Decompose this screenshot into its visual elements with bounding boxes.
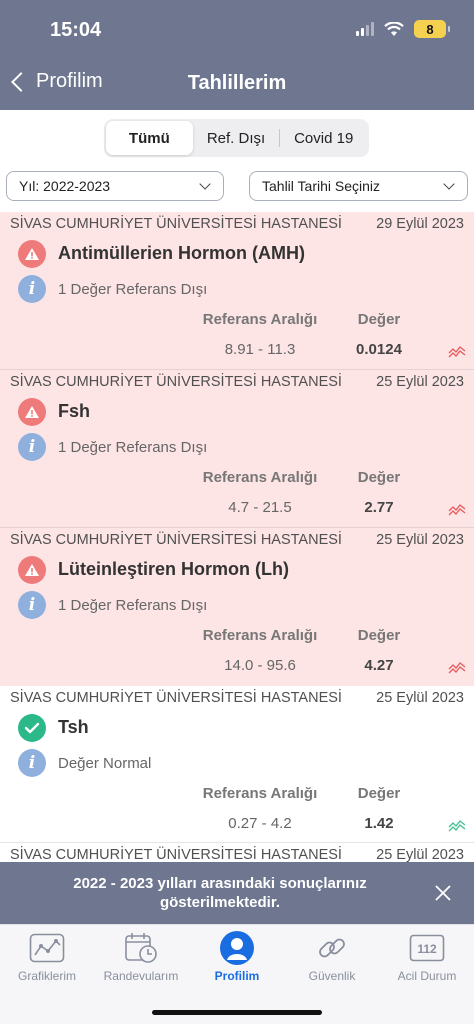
emergency-112-icon: 112 (408, 931, 446, 965)
trend-chart-icon[interactable] (448, 660, 466, 674)
tab-label: Acil Durum (397, 969, 457, 983)
info-icon: i (18, 749, 46, 777)
reference-range: 4.7 - 21.5 (228, 499, 292, 516)
page-title: Tahlillerim (187, 72, 287, 94)
tab-acil-durum[interactable]: 112 Acil Durum (380, 931, 474, 983)
result-value: 0.0124 (356, 341, 402, 358)
info-toast: 2022 - 2023 yılları arasındaki sonuçları… (0, 862, 474, 924)
calendar-clock-icon (122, 931, 160, 965)
result-value: 2.77 (364, 499, 394, 516)
result-card[interactable]: SİVAS CUMHURİYET ÜNİVERSİTESİ HASTANESİ … (0, 528, 474, 686)
tab-label: Grafiklerim (17, 969, 76, 983)
tab-randevularim[interactable]: Randevularım (94, 931, 188, 983)
result-status: 1 Değer Referans Dışı (58, 281, 208, 298)
result-value: 1.42 (364, 815, 394, 832)
toast-message: 2022 - 2023 yılları arasındaki sonuçları… (73, 875, 367, 911)
result-status: 1 Değer Referans Dışı (58, 597, 208, 614)
hospital-name: SİVAS CUMHURİYET ÜNİVERSİTESİ HASTANESİ (10, 532, 342, 548)
result-value: 4.27 (364, 657, 394, 674)
battery-icon: 8 (414, 20, 450, 38)
emergency-number: 112 (417, 942, 437, 956)
test-name: Lüteinleştiren Hormon (Lh) (58, 559, 289, 579)
result-card[interactable]: SİVAS CUMHURİYET ÜNİVERSİTESİ HASTANESİ … (0, 370, 474, 528)
warning-icon (18, 240, 46, 268)
close-icon[interactable] (434, 884, 452, 902)
value-header: Değer (357, 627, 401, 644)
range-header: Referans Aralığı (202, 785, 318, 802)
hospital-name: SİVAS CUMHURİYET ÜNİVERSİTESİ HASTANESİ (10, 690, 342, 706)
test-date-select[interactable]: Tahlil Tarihi Seçiniz (249, 171, 468, 201)
value-header: Değer (357, 311, 401, 328)
reference-range: 14.0 - 95.6 (224, 657, 296, 674)
value-header: Değer (357, 785, 401, 802)
range-header: Referans Aralığı (202, 469, 318, 486)
reference-range: 8.91 - 11.3 (224, 341, 296, 358)
hospital-name: SİVAS CUMHURİYET ÜNİVERSİTESİ HASTANESİ (10, 847, 342, 862)
info-icon: i (18, 275, 46, 303)
test-name: Tsh (58, 717, 89, 737)
result-date: 25 Eylül 2023 (376, 374, 464, 390)
value-header: Değer (357, 469, 401, 486)
warning-icon (18, 556, 46, 584)
test-name: Fsh (58, 401, 91, 421)
chevron-down-icon (443, 178, 455, 190)
test-date-select-value: Tahlil Tarihi Seçiniz (262, 178, 381, 194)
result-status: 1 Değer Referans Dışı (58, 439, 208, 456)
range-header: Referans Aralığı (202, 311, 318, 328)
status-time: 15:04 (50, 19, 102, 41)
trend-chart-icon[interactable] (448, 818, 466, 832)
test-name: Antimüllerien Hormon (AMH) (58, 243, 305, 263)
app-header: 15:04 8 Profilim Tahlillerim (0, 0, 474, 110)
result-card[interactable]: SİVAS CUMHURİYET ÜNİVERSİTESİ HASTANESİ … (0, 843, 474, 862)
segment-all[interactable]: Tümü (106, 121, 193, 155)
link-icon (313, 931, 351, 965)
segment-covid[interactable]: Covid 19 (280, 121, 367, 155)
trend-chart-icon[interactable] (448, 344, 466, 358)
bottom-tab-bar: Grafiklerim Randevularım Profilim Güvenl… (0, 924, 474, 1024)
hospital-name: SİVAS CUMHURİYET ÜNİVERSİTESİ HASTANESİ (10, 374, 342, 390)
info-icon: i (18, 433, 46, 461)
segment-out-of-range[interactable]: Ref. Dışı (193, 121, 280, 155)
check-icon (18, 714, 46, 742)
tab-label: Randevularım (103, 969, 179, 983)
result-date: 25 Eylül 2023 (376, 532, 464, 548)
result-card[interactable]: SİVAS CUMHURİYET ÜNİVERSİTESİ HASTANESİ … (0, 686, 474, 844)
range-header: Referans Aralığı (202, 627, 318, 644)
result-card[interactable]: SİVAS CUMHURİYET ÜNİVERSİTESİ HASTANESİ … (0, 212, 474, 370)
tab-label: Güvenlik (308, 969, 356, 983)
status-icons: 8 (356, 20, 450, 38)
year-select[interactable]: Yıl: 2022-2023 (6, 171, 224, 201)
tab-guvenlik[interactable]: Güvenlik (285, 931, 379, 983)
reference-range: 0.27 - 4.2 (228, 815, 292, 832)
result-date: 25 Eylül 2023 (376, 690, 464, 706)
warning-icon (18, 398, 46, 426)
tab-profilim[interactable]: Profilim (190, 931, 284, 983)
hospital-name: SİVAS CUMHURİYET ÜNİVERSİTESİ HASTANESİ (10, 216, 342, 232)
home-indicator (152, 1010, 322, 1015)
result-filter-segments: Tümü Ref. Dışı Covid 19 (104, 119, 369, 157)
cellular-signal-icon (356, 22, 374, 36)
chart-icon (28, 931, 66, 965)
chevron-down-icon (199, 178, 211, 190)
tab-grafiklerim[interactable]: Grafiklerim (0, 931, 94, 983)
tab-label: Profilim (214, 969, 260, 983)
trend-chart-icon[interactable] (448, 502, 466, 516)
result-status: Değer Normal (58, 755, 152, 772)
result-date: 29 Eylül 2023 (376, 216, 464, 232)
year-select-value: Yıl: 2022-2023 (19, 178, 111, 194)
profile-icon (218, 931, 256, 965)
result-date: 25 Eylül 2023 (376, 847, 464, 862)
info-icon: i (18, 591, 46, 619)
wifi-icon (384, 21, 404, 36)
